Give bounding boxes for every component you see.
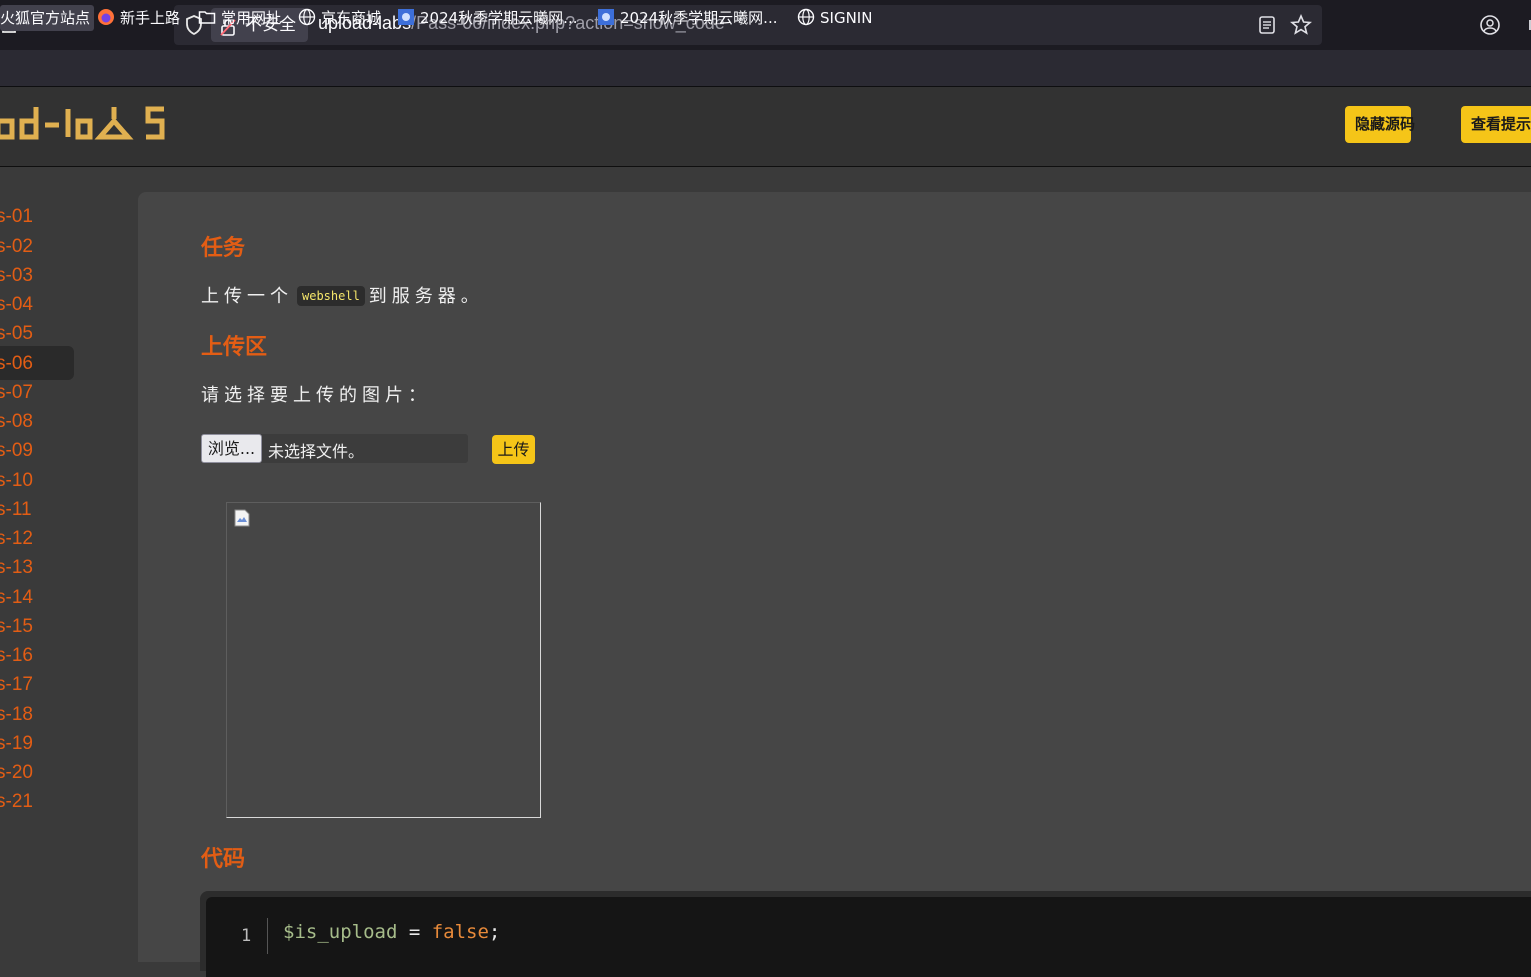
bookmark-yunxi-1[interactable]: 2024秋季学期云曦网... [397,5,577,31]
bookmark-label: SIGNIN [820,9,873,27]
sidebar-item-13[interactable]: s-13 [0,553,33,583]
firefox-icon [97,8,115,26]
account-icon[interactable] [1479,14,1503,36]
upload-title: 上传区 [201,335,268,360]
upload-prompt: 请选择要上传的图片： [201,385,431,406]
file-status: 未选择文件。 [268,442,365,461]
task-description: 上传一个 webshell 到服务器。 [201,282,484,308]
image-preview [226,502,541,818]
code-terminator: ; [488,921,501,943]
folder-icon [198,8,216,26]
code-line: $is_upload = false; [283,921,500,943]
code-line-number: 1 [241,926,252,946]
sidebar-item-09[interactable]: s-09 [0,436,33,466]
task-code: webshell [297,286,365,306]
site-favicon-icon [597,8,615,26]
task-title: 任务 [201,236,246,261]
sidebar-item-07[interactable]: s-07 [0,378,33,408]
code-operator: = [397,921,432,943]
code-variable: $is_upload [283,921,398,943]
sidebar-item-19[interactable]: s-19 [0,729,33,759]
app-header [0,87,1531,167]
code-title: 代码 [201,847,246,872]
sidebar-item-03[interactable]: s-03 [0,261,33,291]
upload-labs-logo[interactable] [0,103,172,147]
browse-button[interactable]: 浏览... [201,434,262,463]
site-favicon-icon [397,8,415,26]
bookmark-label: 京东商城 [321,9,382,27]
sidebar-item-14[interactable]: s-14 [0,583,33,613]
reader-view-icon[interactable] [1256,14,1278,36]
menu-icon[interactable] [1524,14,1531,36]
hide-source-button[interactable]: 隐藏源码 [1345,106,1415,143]
bookmark-label: 2024秋季学期云曦网... [620,9,778,27]
bookmark-jd[interactable]: 京东商城 [298,5,381,31]
code-gutter-divider [267,918,268,954]
sidebar-item-06[interactable]: s-06 [0,349,33,379]
globe-icon [797,8,815,26]
bookmark-signin[interactable]: SIGNIN [797,5,872,31]
sidebar-item-01[interactable]: s-01 [0,202,33,232]
sidebar-item-05[interactable]: s-05 [0,319,33,349]
bookmark-label: 2024秋季学期云曦网... [420,9,578,27]
task-suffix: 到服务器。 [368,286,484,307]
sidebar-item-12[interactable]: s-12 [0,524,33,554]
sidebar-item-18[interactable]: s-18 [0,700,33,730]
bookmark-firefox-official[interactable]: 火狐官方站点 [0,5,95,31]
sidebar-item-20[interactable]: s-20 [0,758,33,788]
bookmark-label: 火狐官方站点 [0,9,91,27]
upload-button[interactable]: 上传 [492,435,535,464]
bookmarks-toolbar [0,50,1531,87]
bookmark-label: 常用网址 [221,9,282,27]
broken-image-icon [234,509,250,527]
bookmark-label: 新手上路 [120,9,181,27]
bookmark-star-icon[interactable] [1289,13,1313,36]
task-prefix: 上传一个 [201,286,293,307]
globe-icon [298,8,316,26]
sidebar-item-08[interactable]: s-08 [0,407,33,437]
view-hint-button[interactable]: 查看提示 [1461,106,1531,143]
bookmark-yunxi-2[interactable]: 2024秋季学期云曦网... [597,5,777,31]
sidebar-item-17[interactable]: s-17 [0,670,33,700]
sidebar-item-11[interactable]: s-11 [0,495,32,525]
sidebar-item-21[interactable]: s-21 [0,787,33,817]
sidebar-item-02[interactable]: s-02 [0,232,33,262]
sidebar-item-04[interactable]: s-04 [0,290,33,320]
sidebar-item-10[interactable]: s-10 [0,466,33,496]
sidebar-item-16[interactable]: s-16 [0,641,33,671]
bookmark-folder-common[interactable]: 常用网址 [198,5,281,31]
bookmark-getting-started[interactable]: 新手上路 [97,5,180,31]
sidebar-item-15[interactable]: s-15 [0,612,33,642]
code-value: false [431,921,489,943]
